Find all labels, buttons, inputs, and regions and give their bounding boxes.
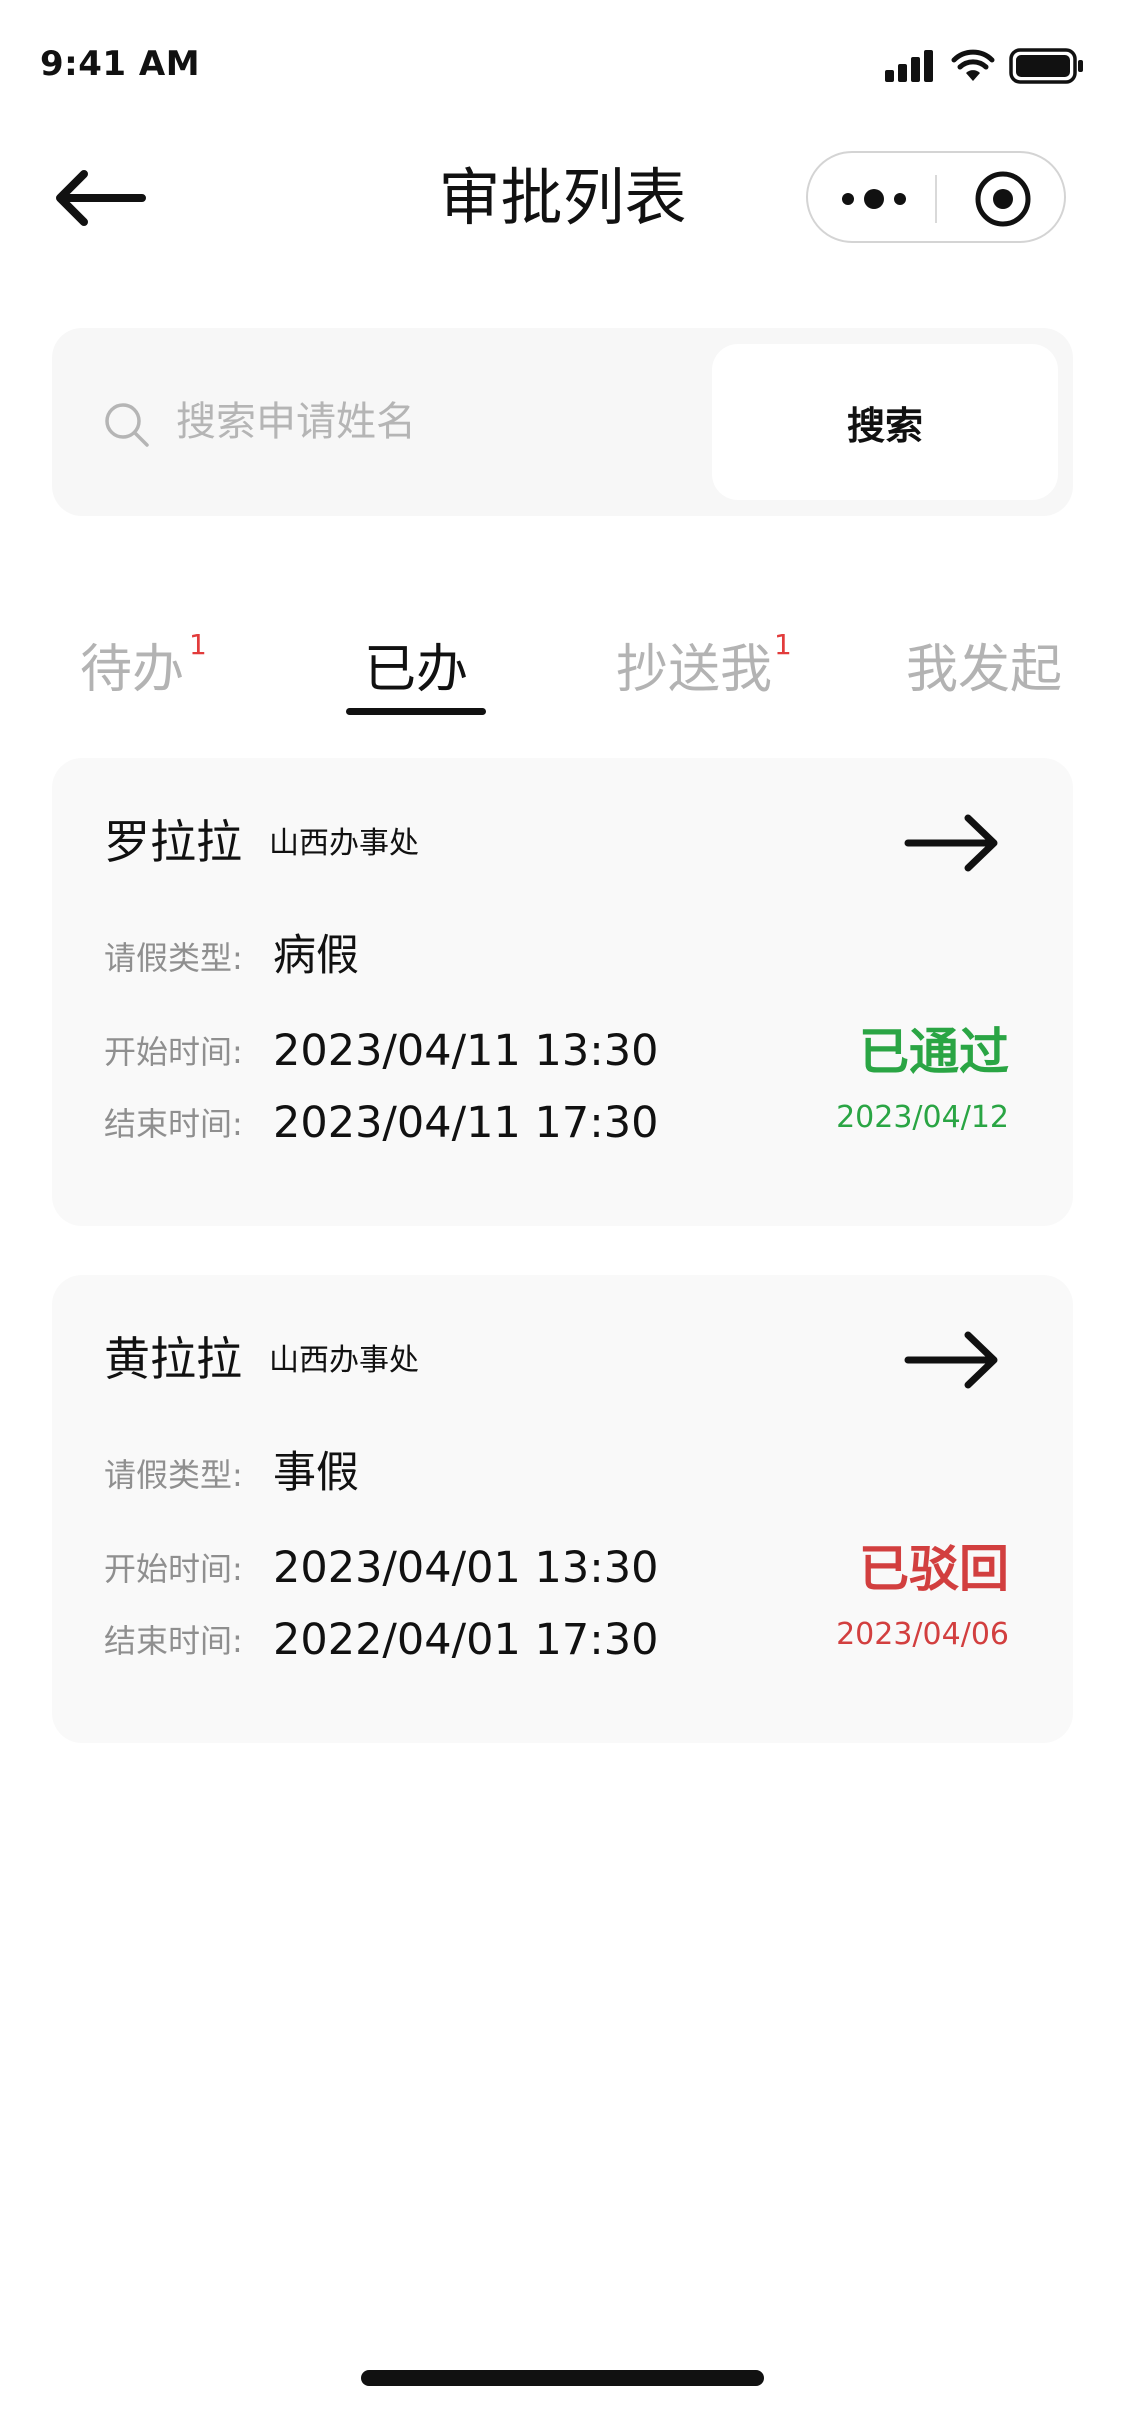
search-button[interactable]: 搜索 (712, 344, 1058, 500)
tab-label: 已办 (364, 640, 469, 700)
search-icon (105, 403, 149, 447)
more-button[interactable] (830, 171, 918, 227)
end-time-value: 2023/04/11 17:30 (273, 1098, 659, 1148)
department: 山西办事处 (269, 826, 419, 861)
mini-program-capsule (806, 151, 1066, 243)
search-input[interactable] (176, 382, 716, 462)
status-icons (885, 46, 1085, 86)
department: 山西办事处 (269, 1343, 419, 1378)
home-indicator (361, 2370, 764, 2386)
target-circle-icon (975, 171, 1031, 227)
leave-type-label: 请假类型: (104, 1456, 243, 1494)
status-bar: 9:41 AM (0, 0, 1125, 132)
tab-badge: 1 (189, 628, 207, 661)
status-date: 2023/04/12 (836, 1100, 1009, 1135)
arrow-right-icon[interactable] (904, 808, 1004, 878)
tab-initiated[interactable]: 我发起 (906, 620, 1062, 720)
leave-type-label: 请假类型: (104, 939, 243, 977)
tab-label: 抄送我 (616, 640, 773, 700)
search-panel: 搜索 (52, 328, 1073, 516)
applicant-name: 黄拉拉 (104, 1332, 242, 1386)
more-dots-icon (842, 189, 906, 209)
tab-todo[interactable]: 待办 (80, 620, 184, 720)
close-button[interactable] (958, 169, 1048, 229)
status-date: 2023/04/06 (836, 1617, 1009, 1652)
status-time: 9:41 AM (40, 44, 201, 84)
status-badge: 已通过 (859, 1023, 1009, 1081)
applicant-name: 罗拉拉 (104, 815, 242, 869)
approval-card[interactable]: 黄拉拉 山西办事处 请假类型: 事假 开始时间: 2023/04/01 13:3… (52, 1275, 1073, 1743)
leave-type-value: 事假 (273, 1448, 359, 1498)
start-time-value: 2023/04/01 13:30 (273, 1543, 659, 1593)
start-time-value: 2023/04/11 13:30 (273, 1026, 659, 1076)
tab-badge: 1 (774, 628, 792, 661)
approval-card[interactable]: 罗拉拉 山西办事处 请假类型: 病假 开始时间: 2023/04/11 13:3… (52, 758, 1073, 1226)
start-time-label: 开始时间: (104, 1033, 243, 1071)
status-badge: 已驳回 (859, 1540, 1009, 1598)
wifi-icon (951, 49, 995, 81)
end-time-label: 结束时间: (104, 1105, 243, 1143)
end-time-label: 结束时间: (104, 1622, 243, 1660)
capsule-divider (935, 175, 937, 223)
tab-done[interactable]: 已办 (364, 620, 468, 720)
tab-bar: 待办 1 已办 抄送我 1 我发起 (0, 620, 1125, 730)
tab-label: 我发起 (906, 640, 1063, 700)
active-tab-indicator (346, 708, 486, 715)
signal-icon (885, 50, 933, 82)
arrow-right-icon[interactable] (904, 1325, 1004, 1395)
tab-cc-me[interactable]: 抄送我 (616, 620, 772, 720)
leave-type-value: 病假 (273, 931, 359, 981)
tab-label: 待办 (80, 640, 185, 700)
start-time-label: 开始时间: (104, 1550, 243, 1588)
battery-icon (1009, 48, 1083, 84)
nav-bar: 审批列表 (0, 132, 1125, 264)
end-time-value: 2022/04/01 17:30 (273, 1615, 659, 1665)
